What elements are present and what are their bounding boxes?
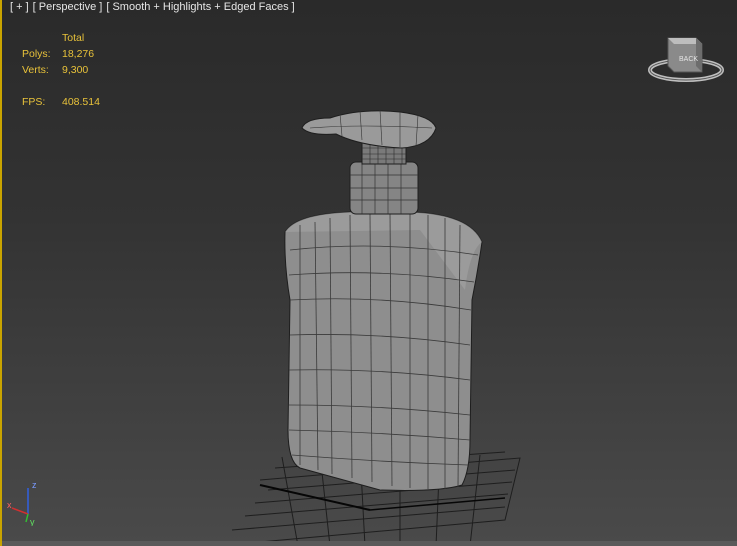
- axis-y-label: y: [30, 517, 35, 526]
- viewcube-icon[interactable]: BACK: [648, 28, 728, 88]
- bottle-model: [284, 109, 483, 491]
- fps-label: FPS:: [22, 96, 46, 108]
- viewport-point-of-view-label[interactable]: [ Perspective ]: [31, 0, 105, 14]
- verts-label: Verts:: [22, 64, 49, 76]
- axis-z-label: z: [32, 480, 37, 490]
- perspective-viewport[interactable]: [ + ] [ Perspective ] [ Smooth + Highlig…: [0, 0, 737, 546]
- viewcube-face-label: BACK: [679, 56, 698, 63]
- polys-label: Polys:: [22, 48, 51, 60]
- viewport-menu-plus[interactable]: [ + ]: [8, 0, 31, 14]
- verts-value: 9,300: [62, 64, 89, 76]
- stats-header: Total: [62, 32, 85, 44]
- viewport-label-menu: [ + ] [ Perspective ] [ Smooth + Highlig…: [8, 0, 297, 14]
- pump-head: [301, 110, 437, 149]
- viewport-bottom-edge: [0, 541, 737, 546]
- fps-value: 408.514: [62, 96, 100, 108]
- axis-tripod-icon: z x y: [7, 480, 37, 526]
- viewport-shading-label[interactable]: [ Smooth + Highlights + Edged Faces ]: [104, 0, 296, 14]
- axis-x-label: x: [7, 500, 12, 510]
- polys-value: 18,276: [62, 48, 95, 60]
- statistics-overlay: Total Polys: 18,276 Verts: 9,300 FPS: 40…: [22, 30, 132, 110]
